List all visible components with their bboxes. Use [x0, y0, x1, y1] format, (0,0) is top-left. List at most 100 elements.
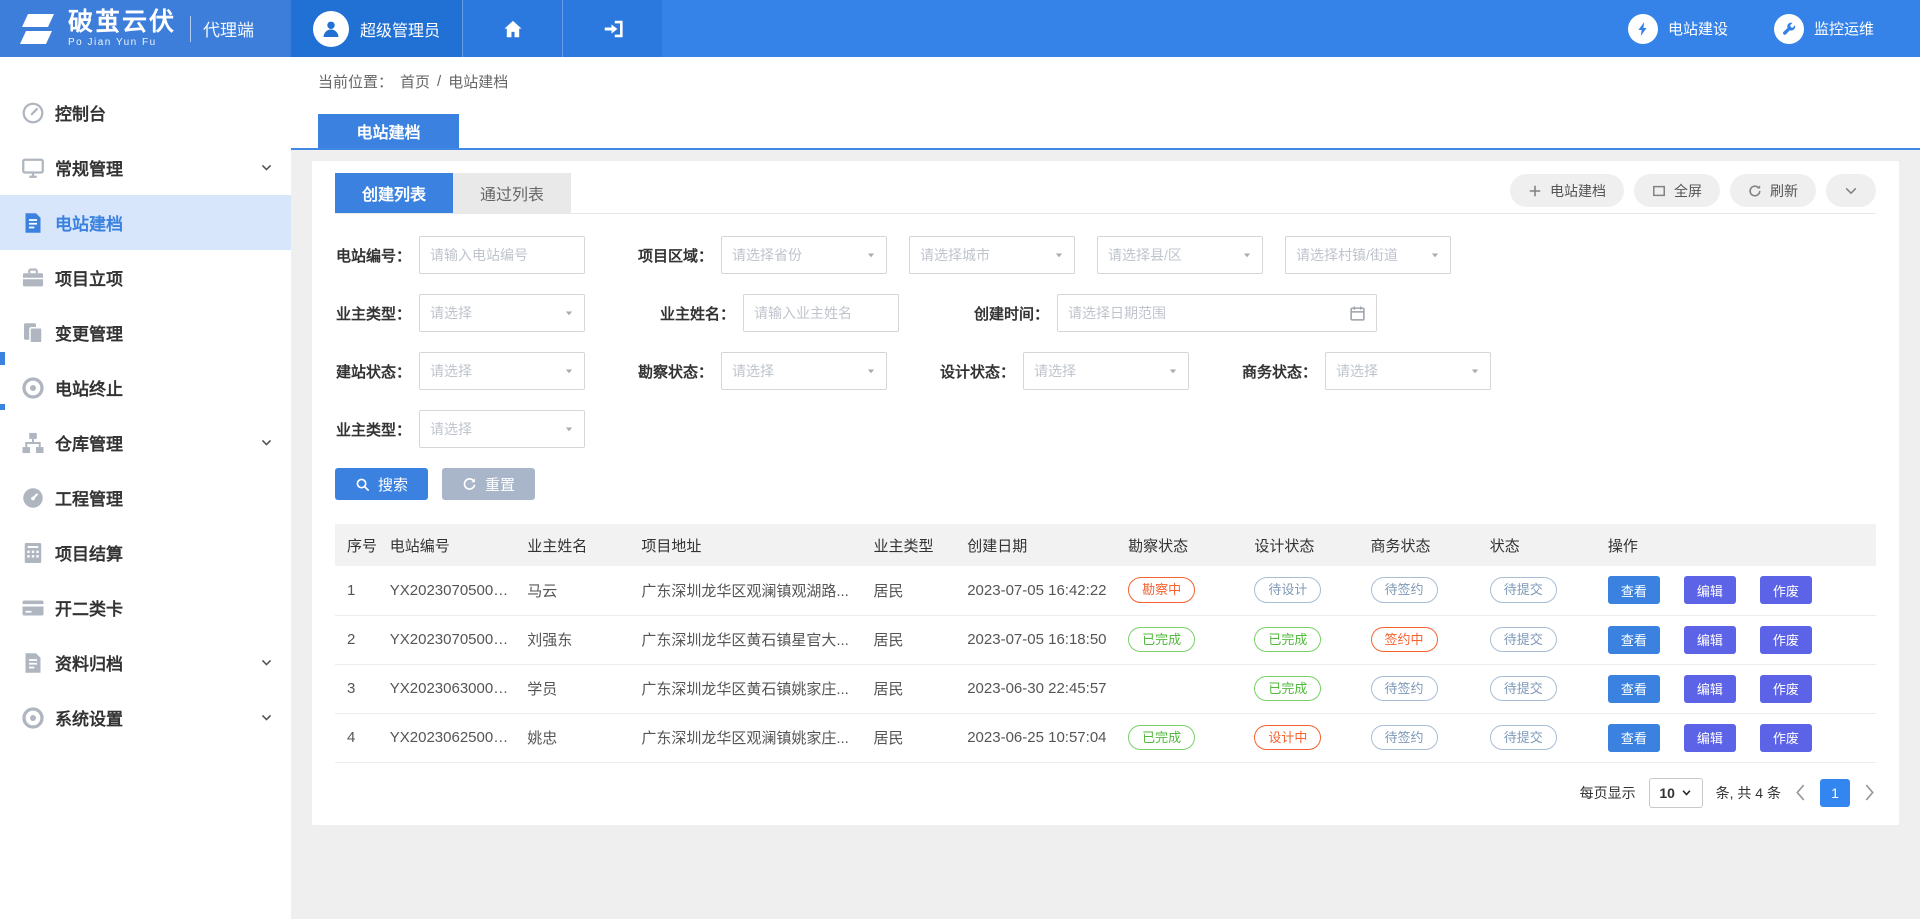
per-page-value: 10	[1659, 785, 1675, 801]
cell-status: 待提交	[1478, 664, 1596, 713]
toolbar-more-button[interactable]	[1826, 174, 1876, 207]
filter-select-design-status[interactable]: 请选择	[1023, 352, 1189, 390]
view-button[interactable]: 查看	[1608, 626, 1660, 654]
filter-group-project-region: 项目区域：请选择省份请选择城市请选择县/区请选择村镇/街道	[637, 236, 1451, 274]
filter-select-build-status[interactable]: 请选择	[419, 352, 585, 390]
cell-index: 1	[335, 566, 378, 615]
toolbar-button-label: 全屏	[1674, 181, 1702, 201]
select-placeholder: 请选择	[430, 419, 472, 439]
reset-button[interactable]: 重置	[442, 468, 535, 500]
filter-select-owner-type-2[interactable]: 请选择	[419, 410, 585, 448]
toolbar-fullscreen-button[interactable]: 全屏	[1634, 174, 1720, 207]
sidebar-item-change-management[interactable]: 变更管理	[0, 305, 291, 360]
sidebar-item-warehouse-management[interactable]: 仓库管理	[0, 415, 291, 470]
table-column-header-1: 电站编号	[378, 524, 515, 566]
sidebar-item-station-archive[interactable]: 电站建档	[0, 195, 291, 250]
void-button[interactable]: 作废	[1760, 626, 1812, 654]
cell-created-date: 2023-07-05 16:42:22	[955, 566, 1116, 615]
prev-page-button[interactable]	[1794, 784, 1807, 801]
cell-owner-name: 学员	[515, 664, 629, 713]
target-icon	[20, 375, 46, 401]
header-quick-links: 电站建设 监控运维	[662, 0, 1920, 57]
void-button[interactable]: 作废	[1760, 675, 1812, 703]
edit-button[interactable]: 编辑	[1684, 576, 1736, 604]
table-column-header-3: 项目地址	[629, 524, 861, 566]
table-row: 2YX2023070500010刘强东广东深圳龙华区黄石镇星官大...居民202…	[335, 615, 1876, 664]
status-badge: 待签约	[1371, 577, 1438, 603]
sidebar-item-engineering-management[interactable]: 工程管理	[0, 470, 291, 525]
search-icon	[355, 477, 370, 492]
filter-select-town[interactable]: 请选择村镇/街道	[1285, 236, 1451, 274]
filter-select-county[interactable]: 请选择县/区	[1097, 236, 1263, 274]
status-badge: 已完成	[1128, 725, 1195, 751]
next-page-button[interactable]	[1863, 784, 1876, 801]
filter-label-owner-name: 业主姓名：	[659, 303, 743, 324]
sidebar-scrollbar-mark[interactable]	[0, 404, 5, 410]
sidebar-item-label: 开二类卡	[55, 595, 123, 620]
breadcrumb-home[interactable]: 首页	[400, 71, 430, 92]
filter-select-business-status[interactable]: 请选择	[1325, 352, 1491, 390]
cell-project-address: 广东深圳龙华区黄石镇姚家庄...	[629, 664, 861, 713]
filter-input-owner-name[interactable]	[743, 294, 899, 332]
sidebar-scrollbar-mark[interactable]	[0, 352, 5, 365]
cell-design-status: 待设计	[1242, 566, 1358, 615]
tab-create-list[interactable]: 创建列表	[335, 173, 453, 213]
edit-button[interactable]: 编辑	[1684, 724, 1736, 752]
select-placeholder: 请选择	[430, 361, 472, 381]
sidebar-item-project-initiation[interactable]: 项目立项	[0, 250, 291, 305]
quick-link-station-build[interactable]: 电站建设	[1628, 14, 1728, 44]
briefcase-icon	[20, 265, 46, 291]
filter-group-survey-status: 勘察状态：请选择	[637, 352, 887, 390]
edit-button[interactable]: 编辑	[1684, 626, 1736, 654]
cell-status: 待提交	[1478, 615, 1596, 664]
home-button[interactable]	[462, 0, 562, 57]
cell-project-address: 广东深圳龙华区观澜镇姚家庄...	[629, 713, 861, 762]
reset-label: 重置	[485, 474, 515, 495]
filter-label-created-range: 创建时间：	[973, 303, 1057, 324]
per-page-select[interactable]: 10	[1649, 778, 1703, 808]
toolbar-add-station-button[interactable]: 电站建档	[1510, 174, 1624, 207]
cell-business-status: 待签约	[1359, 713, 1478, 762]
status-badge: 待提交	[1490, 676, 1557, 702]
caret-down-icon	[1430, 250, 1440, 260]
filter-select-survey-status[interactable]: 请选择	[721, 352, 887, 390]
cell-survey-status: 勘察中	[1116, 566, 1242, 615]
filter-label-owner-type-2: 业主类型：	[335, 419, 419, 440]
filter-input-station-code[interactable]	[419, 236, 585, 274]
sidebar-item-project-settlement[interactable]: 项目结算	[0, 525, 291, 580]
page-button-1[interactable]: 1	[1820, 779, 1850, 807]
view-button[interactable]: 查看	[1608, 724, 1660, 752]
filter-select-owner-type[interactable]: 请选择	[419, 294, 585, 332]
view-button[interactable]: 查看	[1608, 675, 1660, 703]
table-body: 1YX2023070500011马云广东深圳龙华区观澜镇观湖路...居民2023…	[335, 566, 1876, 762]
calendar-icon[interactable]	[1349, 305, 1366, 322]
void-button[interactable]: 作废	[1760, 576, 1812, 604]
tab-passed-list[interactable]: 通过列表	[453, 173, 571, 213]
user-menu[interactable]: 超级管理员	[291, 0, 462, 57]
status-badge: 勘察中	[1128, 577, 1195, 603]
page-tab-station-archive[interactable]: 电站建档	[318, 114, 459, 148]
search-button[interactable]: 搜索	[335, 468, 428, 500]
void-button[interactable]: 作废	[1760, 724, 1812, 752]
table-row: 4YX2023062500004姚忠广东深圳龙华区观澜镇姚家庄...居民2023…	[335, 713, 1876, 762]
fullscreen-icon	[1652, 184, 1666, 198]
status-badge: 已完成	[1254, 676, 1321, 702]
sidebar-item-system-settings[interactable]: 系统设置	[0, 690, 291, 745]
filter-date-created-range[interactable]: 请选择日期范围	[1057, 294, 1377, 332]
toolbar-refresh-button[interactable]: 刷新	[1730, 174, 1816, 207]
sidebar-item-second-type-card[interactable]: 开二类卡	[0, 580, 291, 635]
edit-button[interactable]: 编辑	[1684, 675, 1736, 703]
cell-design-status: 已完成	[1242, 664, 1358, 713]
quick-link-monitor-ops[interactable]: 监控运维	[1774, 14, 1874, 44]
filter-select-city[interactable]: 请选择城市	[909, 236, 1075, 274]
filter-select-province[interactable]: 请选择省份	[721, 236, 887, 274]
view-button[interactable]: 查看	[1608, 576, 1660, 604]
cell-actions: 查看编辑作废	[1596, 615, 1876, 664]
document-icon	[20, 210, 46, 236]
sidebar-item-data-archive[interactable]: 资料归档	[0, 635, 291, 690]
sidebar-item-console[interactable]: 控制台	[0, 85, 291, 140]
sidebar-item-general-management[interactable]: 常规管理	[0, 140, 291, 195]
logo-title: 破茧云伏	[68, 10, 176, 35]
logout-button[interactable]	[562, 0, 662, 57]
sidebar-item-station-termination[interactable]: 电站终止	[0, 360, 291, 415]
